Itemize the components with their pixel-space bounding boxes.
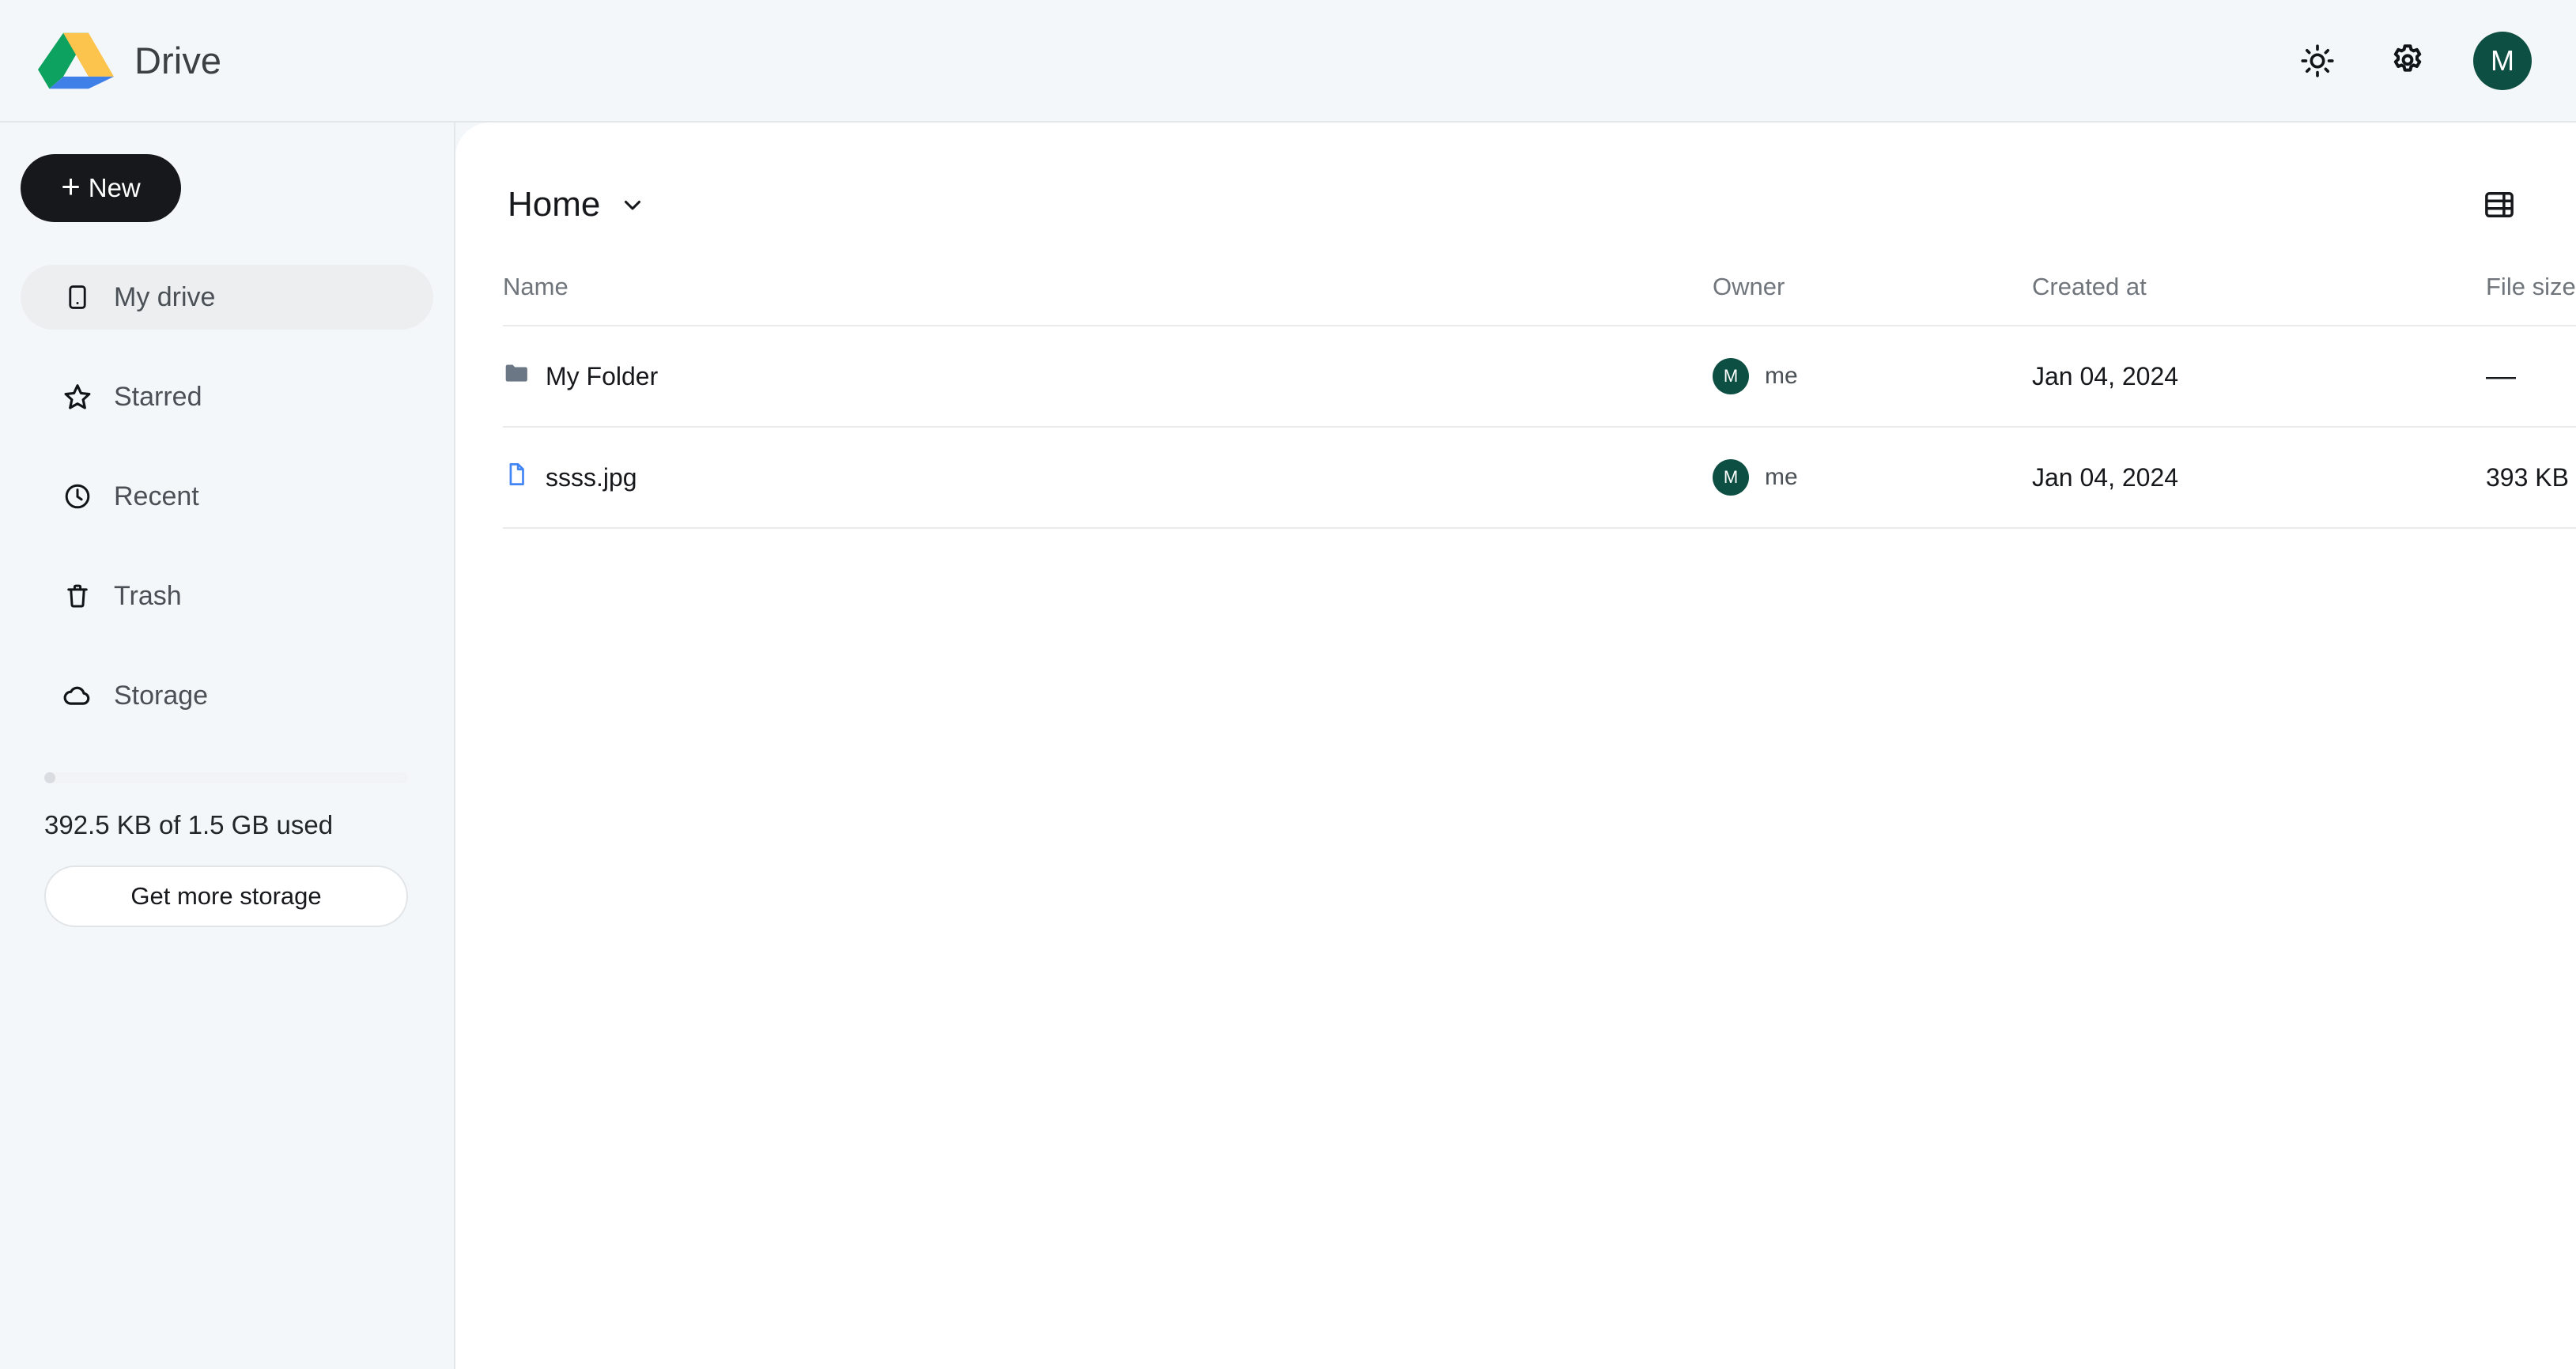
- sidebar-item-label: Trash: [114, 581, 182, 612]
- cell-created-at: Jan 04, 2024: [2032, 427, 2486, 528]
- storage-progress-fill: [44, 772, 55, 783]
- owner-name: me: [1765, 363, 1798, 390]
- main-content: Home: [455, 123, 2576, 1369]
- cell-name: ssss.jpg: [503, 427, 1713, 528]
- sidebar-item-starred[interactable]: Starred: [21, 364, 433, 429]
- cloud-icon: [62, 680, 93, 711]
- file-name: ssss.jpg: [546, 463, 637, 492]
- table-row[interactable]: ssss.jpg M me Jan 04, 2024: [503, 427, 2576, 528]
- avatar[interactable]: M: [2473, 32, 2532, 90]
- owner-avatar-initial: M: [1724, 366, 1738, 387]
- table-header-row: Name Owner Created at File size Actions: [503, 273, 2576, 326]
- cell-file-size: 393 KB: [2486, 427, 2576, 528]
- sidebar-nav: My drive Starred: [0, 265, 454, 763]
- column-header-size[interactable]: File size: [2486, 273, 2576, 326]
- new-button-label: New: [89, 173, 141, 203]
- storage-progress-bar: [44, 772, 408, 783]
- get-more-storage-label: Get more storage: [130, 882, 321, 911]
- sidebar-item-recent[interactable]: Recent: [21, 464, 433, 529]
- content-header: Home: [503, 167, 2529, 243]
- cell-name: My Folder: [503, 326, 1713, 427]
- sidebar-item-label: Storage: [114, 681, 208, 711]
- cell-file-size: —: [2486, 326, 2576, 427]
- top-bar: Drive: [0, 0, 2576, 123]
- folder-icon: [503, 360, 530, 393]
- breadcrumb-label: Home: [508, 185, 600, 224]
- body: + New My drive: [0, 123, 2576, 1369]
- file-icon: [503, 461, 530, 494]
- files-table: Name Owner Created at File size Actions: [503, 273, 2576, 529]
- brand-name: Drive: [134, 42, 221, 79]
- owner-name: me: [1765, 464, 1798, 491]
- new-button[interactable]: + New: [21, 154, 181, 222]
- sidebar-item-my-drive[interactable]: My drive: [21, 265, 433, 330]
- storage-section: 392.5 KB of 1.5 GB used Get more storage: [0, 772, 454, 927]
- google-drive-logo-icon: [38, 28, 114, 94]
- owner-avatar: M: [1713, 459, 1749, 496]
- hard-drive-icon: [62, 281, 93, 313]
- table-view-icon[interactable]: [2473, 179, 2525, 231]
- file-size-value: —: [2486, 361, 2516, 391]
- table-row[interactable]: My Folder M me Jan 04, 2024: [503, 326, 2576, 427]
- sidebar-item-label: Starred: [114, 382, 202, 413]
- sidebar-item-storage[interactable]: Storage: [21, 663, 433, 728]
- owner-avatar: M: [1713, 358, 1749, 394]
- storage-usage-text: 392.5 KB of 1.5 GB used: [44, 810, 408, 840]
- chevron-down-icon: [619, 191, 646, 218]
- plus-icon: +: [61, 170, 81, 203]
- brand[interactable]: Drive: [38, 28, 221, 94]
- sidebar-item-label: Recent: [114, 481, 199, 512]
- clock-icon: [62, 481, 93, 512]
- top-bar-actions: M: [2293, 32, 2532, 90]
- owner-avatar-initial: M: [1724, 467, 1738, 488]
- cell-created-at: Jan 04, 2024: [2032, 326, 2486, 427]
- trash-icon: [62, 580, 93, 612]
- sidebar-item-label: My drive: [114, 282, 215, 313]
- column-header-owner[interactable]: Owner: [1713, 273, 2032, 326]
- breadcrumb[interactable]: Home: [508, 185, 646, 224]
- drive-app: Drive: [0, 0, 2576, 1369]
- files-table-body: My Folder M me Jan 04, 2024: [503, 326, 2576, 528]
- files-table-head: Name Owner Created at File size Actions: [503, 273, 2576, 326]
- sidebar: + New My drive: [0, 123, 455, 1369]
- sidebar-item-trash[interactable]: Trash: [21, 564, 433, 628]
- avatar-initial: M: [2491, 44, 2514, 77]
- file-name: My Folder: [546, 362, 658, 391]
- cell-owner: M me: [1713, 326, 2032, 427]
- get-more-storage-button[interactable]: Get more storage: [44, 866, 408, 927]
- star-icon: [62, 381, 93, 413]
- column-header-name[interactable]: Name: [503, 273, 1713, 326]
- cell-owner: M me: [1713, 427, 2032, 528]
- sun-icon[interactable]: [2293, 36, 2342, 85]
- gear-icon[interactable]: [2383, 36, 2432, 85]
- column-header-created[interactable]: Created at: [2032, 273, 2486, 326]
